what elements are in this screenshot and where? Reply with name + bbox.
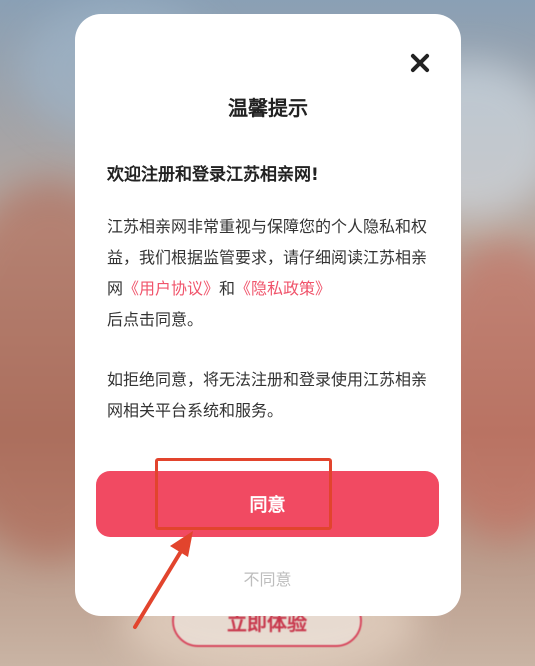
close-icon[interactable] xyxy=(409,52,431,74)
notice-text-and: 和 xyxy=(219,279,236,298)
dialog-heading: 欢迎注册和登录江苏相亲网! xyxy=(107,165,319,185)
disagree-button[interactable]: 不同意 xyxy=(0,566,535,590)
notice-text-end: 后点击同意。 xyxy=(107,310,204,329)
dialog-title: 温馨提示 xyxy=(228,96,308,120)
privacy-policy-link[interactable]: 《隐私政策》 xyxy=(235,279,331,298)
privacy-notice-paragraph: 江苏相亲网非常重视与保障您的个人隐私和权益，我们根据监管要求，请仔细阅读江苏相亲… xyxy=(107,211,437,335)
annotation-highlight-box xyxy=(155,458,332,530)
refusal-notice-paragraph: 如拒绝同意，将无法注册和登录使用江苏相亲网相关平台系统和服务。 xyxy=(107,370,428,420)
user-agreement-link[interactable]: 《用户协议》 xyxy=(123,279,219,298)
